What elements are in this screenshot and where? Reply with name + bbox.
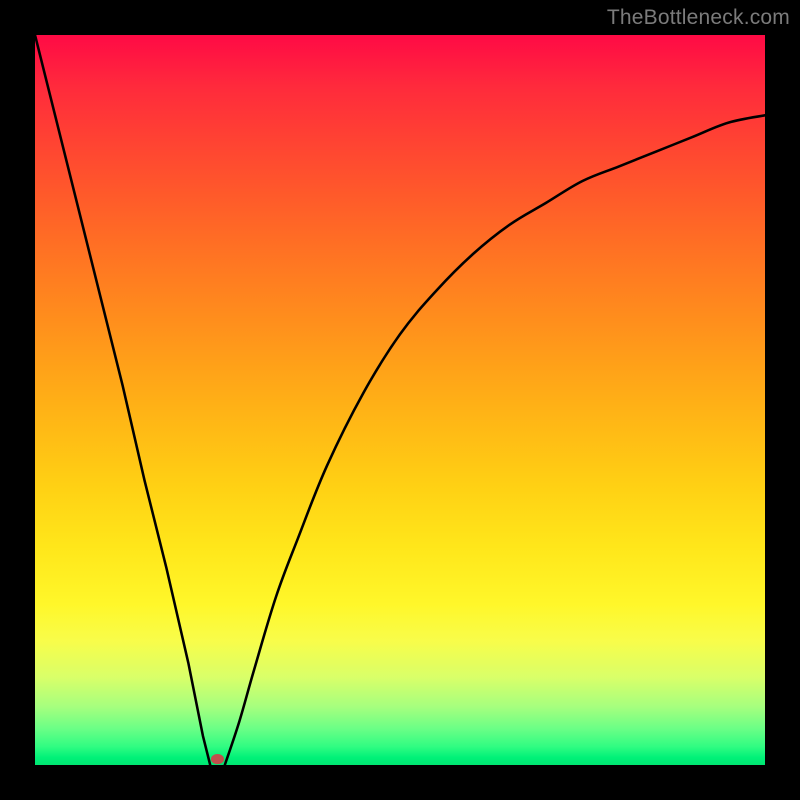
chart-frame: TheBottleneck.com bbox=[0, 0, 800, 800]
watermark-text: TheBottleneck.com bbox=[607, 6, 790, 30]
plot-area bbox=[35, 35, 765, 765]
gradient-background bbox=[35, 35, 765, 765]
